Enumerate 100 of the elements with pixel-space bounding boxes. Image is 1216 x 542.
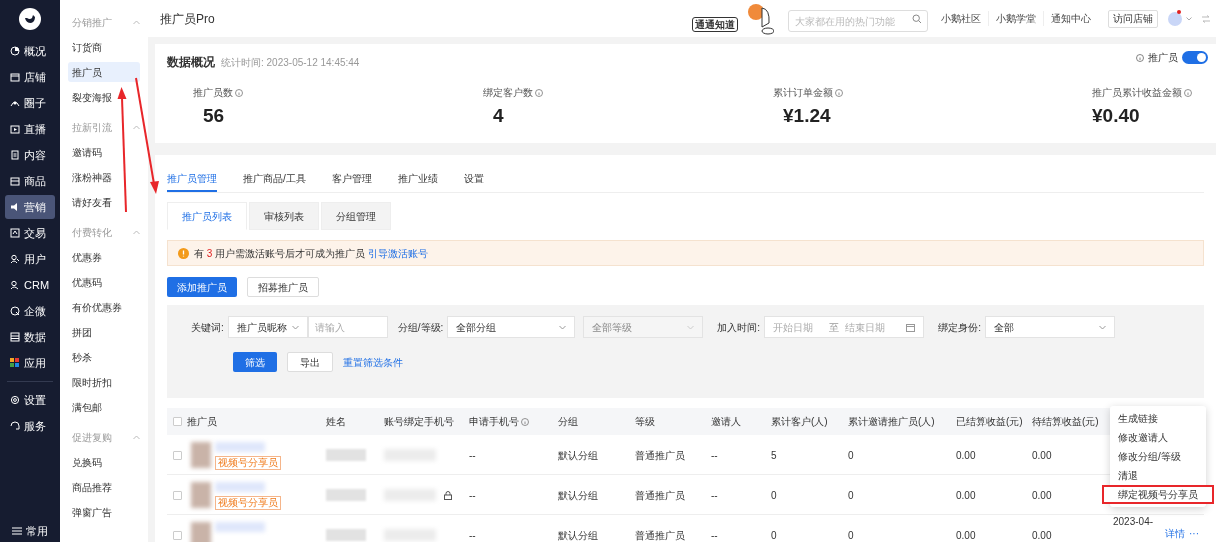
sidebar-item[interactable]: 营销 (5, 195, 55, 219)
checkbox[interactable] (173, 530, 182, 540)
tab[interactable]: 推广业绩 (397, 166, 438, 192)
nav-group-title: 拉新引流 (72, 120, 112, 135)
settings-icon (10, 395, 20, 405)
sidebar-item[interactable]: 店铺 (5, 65, 55, 89)
nav-group-title: 分销推广 (72, 15, 112, 30)
chevron-down-icon (1098, 324, 1106, 330)
more-link[interactable]: ··· (1189, 528, 1199, 539)
pie-chart-icon (10, 46, 20, 56)
subnav-item[interactable]: 订货商 (68, 37, 140, 57)
menu-item[interactable]: 清退 (1110, 466, 1206, 485)
detail-link[interactable]: 详情 (1165, 528, 1185, 539)
sub-tab[interactable]: 审核列表 (249, 202, 319, 230)
subnav-item[interactable]: 优惠券 (68, 247, 140, 267)
info-icon (235, 88, 243, 97)
checkbox[interactable] (173, 490, 182, 500)
subnav-item[interactable]: 弹窗广告 (68, 502, 140, 522)
subnav-item[interactable]: 秒杀 (68, 347, 140, 367)
subnav-item[interactable]: 商品推荐 (68, 477, 140, 497)
sidebar-item[interactable]: 设置 (5, 388, 55, 412)
headset-icon (10, 421, 20, 431)
chevron-up-icon[interactable] (133, 124, 140, 130)
sidebar-item[interactable]: 概况 (5, 39, 55, 63)
column-header: 邀请人 (711, 415, 741, 429)
table-cell-text: 普通推广员 (635, 448, 685, 463)
user-icon (10, 254, 20, 264)
subnav-item[interactable]: 拼团 (68, 322, 140, 342)
blurred-name (215, 442, 265, 452)
subnav-item[interactable]: 推广员 (68, 62, 140, 82)
subnav-item[interactable]: 有价优惠券 (68, 297, 140, 317)
add-promoter-button[interactable]: 添加推广员 (167, 277, 237, 297)
sub-tab[interactable]: 分组管理 (321, 202, 391, 230)
tag: 视频号分享员 (215, 456, 281, 470)
subnav-item[interactable]: 裂变海报 (68, 87, 140, 107)
subnav-item[interactable]: 限时折扣 (68, 372, 140, 392)
sidebar-item[interactable]: 交易 (5, 221, 55, 245)
chevron-up-icon[interactable] (133, 434, 140, 440)
sidebar-item[interactable]: 内容 (5, 143, 55, 167)
menu-item[interactable]: 修改分组/等级 (1110, 447, 1206, 466)
chevron-up-icon[interactable] (133, 19, 140, 25)
filter-label: 加入时间: (717, 320, 761, 335)
avatar[interactable] (1168, 11, 1182, 26)
visit-store-button[interactable]: 访问店铺 (1108, 9, 1158, 28)
chevron-up-icon[interactable] (133, 229, 140, 235)
subnav-item[interactable]: 涨粉神器 (68, 167, 140, 187)
table-cell-text: 0.00 (956, 488, 976, 503)
toggle-switch[interactable] (1182, 51, 1208, 64)
reset-filters-link[interactable]: 重置筛选条件 (343, 354, 403, 370)
column-header: 分组 (558, 415, 578, 429)
grid-icon (10, 332, 20, 342)
table-cell-text: 0.00 (1032, 448, 1052, 463)
subnav-item[interactable]: 满包邮 (68, 397, 140, 417)
swap-icon[interactable] (1202, 14, 1210, 23)
subnav-item[interactable]: 请好友看 (68, 192, 140, 212)
subnav-item[interactable]: 优惠码 (68, 272, 140, 292)
subnav-item[interactable]: 邀请码 (68, 142, 140, 162)
export-button[interactable]: 导出 (287, 352, 333, 372)
header-link[interactable]: 通知中心 (1043, 11, 1098, 26)
blurred-name (215, 482, 265, 492)
checkbox[interactable] (173, 450, 182, 460)
tab[interactable]: 推广商品/工具 (243, 166, 306, 192)
chevron-down-icon[interactable] (1186, 16, 1192, 21)
dropdown-field[interactable]: 全部分组 (447, 316, 576, 338)
sidebar-item[interactable]: 圈子 (5, 91, 55, 115)
tab[interactable]: 设置 (463, 166, 484, 192)
activate-account-link[interactable]: 引导激活账号 (368, 245, 429, 261)
sidebar-item[interactable]: 常用 (12, 522, 48, 540)
menu-item[interactable]: 生成链接 (1110, 409, 1206, 428)
tab[interactable]: 推广员管理 (167, 166, 217, 192)
stat-value: ¥1.24 (782, 104, 832, 128)
dropdown-field[interactable]: 全部 (984, 316, 1115, 338)
keyword-input[interactable]: 请输入 (307, 316, 388, 338)
blurred-avatar (191, 522, 211, 542)
sidebar-item[interactable]: 用户 (5, 247, 55, 271)
header-link[interactable]: 小鹅学堂 (988, 11, 1043, 26)
checkbox[interactable] (173, 417, 182, 426)
sidebar-item[interactable]: 服务 (5, 414, 55, 438)
sidebar-item[interactable]: CRM (5, 273, 55, 297)
dropdown-field[interactable]: 推广员昵称 (227, 316, 308, 338)
tab[interactable]: 客户管理 (331, 166, 372, 192)
blurred-avatar (191, 442, 211, 468)
info-icon (1136, 53, 1144, 62)
menu-item[interactable]: 修改邀请人 (1110, 428, 1206, 447)
table-cell-text: -- (469, 528, 476, 542)
lock-icon (444, 490, 452, 500)
recruit-promoter-button[interactable]: 招募推广员 (247, 277, 319, 297)
sub-tab[interactable]: 推广员列表 (167, 202, 247, 230)
sidebar-item[interactable]: 企微 (5, 299, 55, 323)
table-cell-text: 默认分组 (558, 528, 598, 542)
header-link[interactable]: 小鹅社区 (934, 11, 988, 26)
stat-value: 4 (492, 104, 505, 128)
sidebar-item[interactable]: 数据 (5, 325, 55, 349)
sidebar-item[interactable]: 应用 (5, 351, 55, 375)
filter-button[interactable]: 筛选 (233, 352, 277, 372)
menu-item[interactable]: 绑定视频号分享员 (1102, 485, 1214, 504)
sidebar-item[interactable]: 直播 (5, 117, 55, 141)
sidebar-item[interactable]: 商品 (5, 169, 55, 193)
subnav-item[interactable]: 兑换码 (68, 452, 140, 472)
table-cell-text: -- (711, 488, 718, 503)
